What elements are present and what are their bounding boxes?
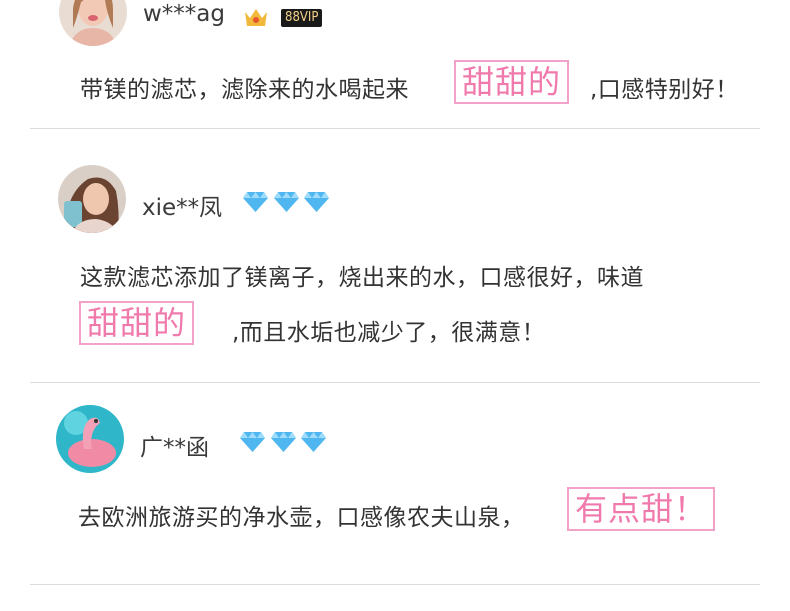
- highlight-text: 甜甜的: [454, 60, 570, 104]
- member-level: [242, 191, 332, 213]
- diamond-icon: [271, 432, 296, 452]
- review-text: 这款滤芯添加了镁离子，烧出来的水，口感很好，味道: [80, 265, 644, 291]
- highlight-text: 有点甜！: [567, 487, 716, 531]
- member-level: [239, 431, 329, 453]
- diamond-icon: [274, 192, 299, 212]
- highlight-text: 甜甜的: [79, 301, 195, 345]
- diamond-icon: [240, 432, 265, 452]
- avatar[interactable]: [59, 0, 127, 46]
- divider: [30, 584, 760, 585]
- divider: [30, 128, 760, 129]
- review-text-after: ,口感特别好！: [590, 77, 739, 103]
- diamond-icon: [304, 192, 329, 212]
- username: xie**凤: [142, 195, 223, 221]
- diamond-icon: [243, 192, 268, 212]
- avatar[interactable]: [58, 165, 126, 233]
- avatar[interactable]: [56, 405, 124, 473]
- review-text: 去欧洲旅游买的净水壶，口感像农夫山泉，: [78, 505, 525, 531]
- username: w***ag: [143, 1, 226, 27]
- divider: [30, 382, 760, 383]
- diamond-icon: [301, 432, 326, 452]
- review-text: 带镁的滤芯，滤除来的水喝起来: [80, 77, 409, 103]
- vip-badge: 88VIP: [281, 9, 323, 27]
- review-text-after: ,而且水垢也减少了，很满意！: [232, 320, 546, 346]
- username: 广**函: [140, 435, 209, 461]
- crown-icon: [243, 6, 269, 28]
